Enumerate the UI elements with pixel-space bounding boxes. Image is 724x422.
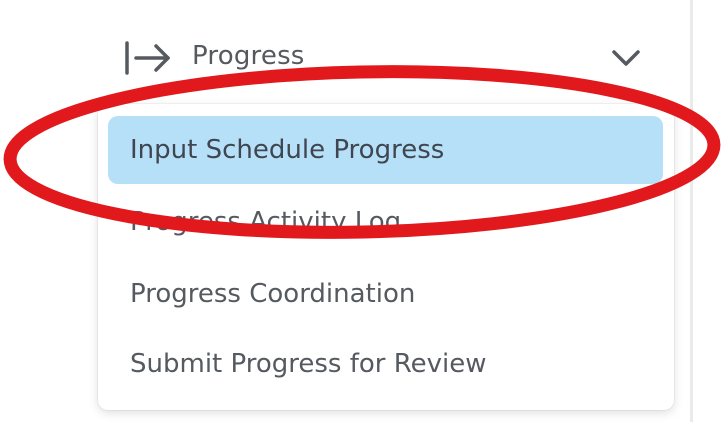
nav-section-label: Progress — [192, 41, 305, 71]
menu-item-progress-coordination[interactable]: Progress Coordination — [108, 260, 663, 328]
progress-submenu: Input Schedule Progress Progress Activit… — [98, 104, 674, 410]
menu-item-progress-activity-log[interactable]: Progress Activity Log — [108, 188, 663, 256]
menu-item-input-schedule-progress[interactable]: Input Schedule Progress — [108, 116, 663, 184]
nav-section-progress[interactable]: Progress — [108, 22, 668, 94]
sidebar-panel: Progress Input Schedule Progress Progres… — [0, 0, 724, 422]
chevron-down-icon[interactable] — [608, 46, 644, 70]
sidebar-divider — [690, 0, 693, 422]
menu-item-submit-progress-for-review[interactable]: Submit Progress for Review — [108, 330, 663, 398]
arrow-to-right-icon — [125, 41, 170, 75]
